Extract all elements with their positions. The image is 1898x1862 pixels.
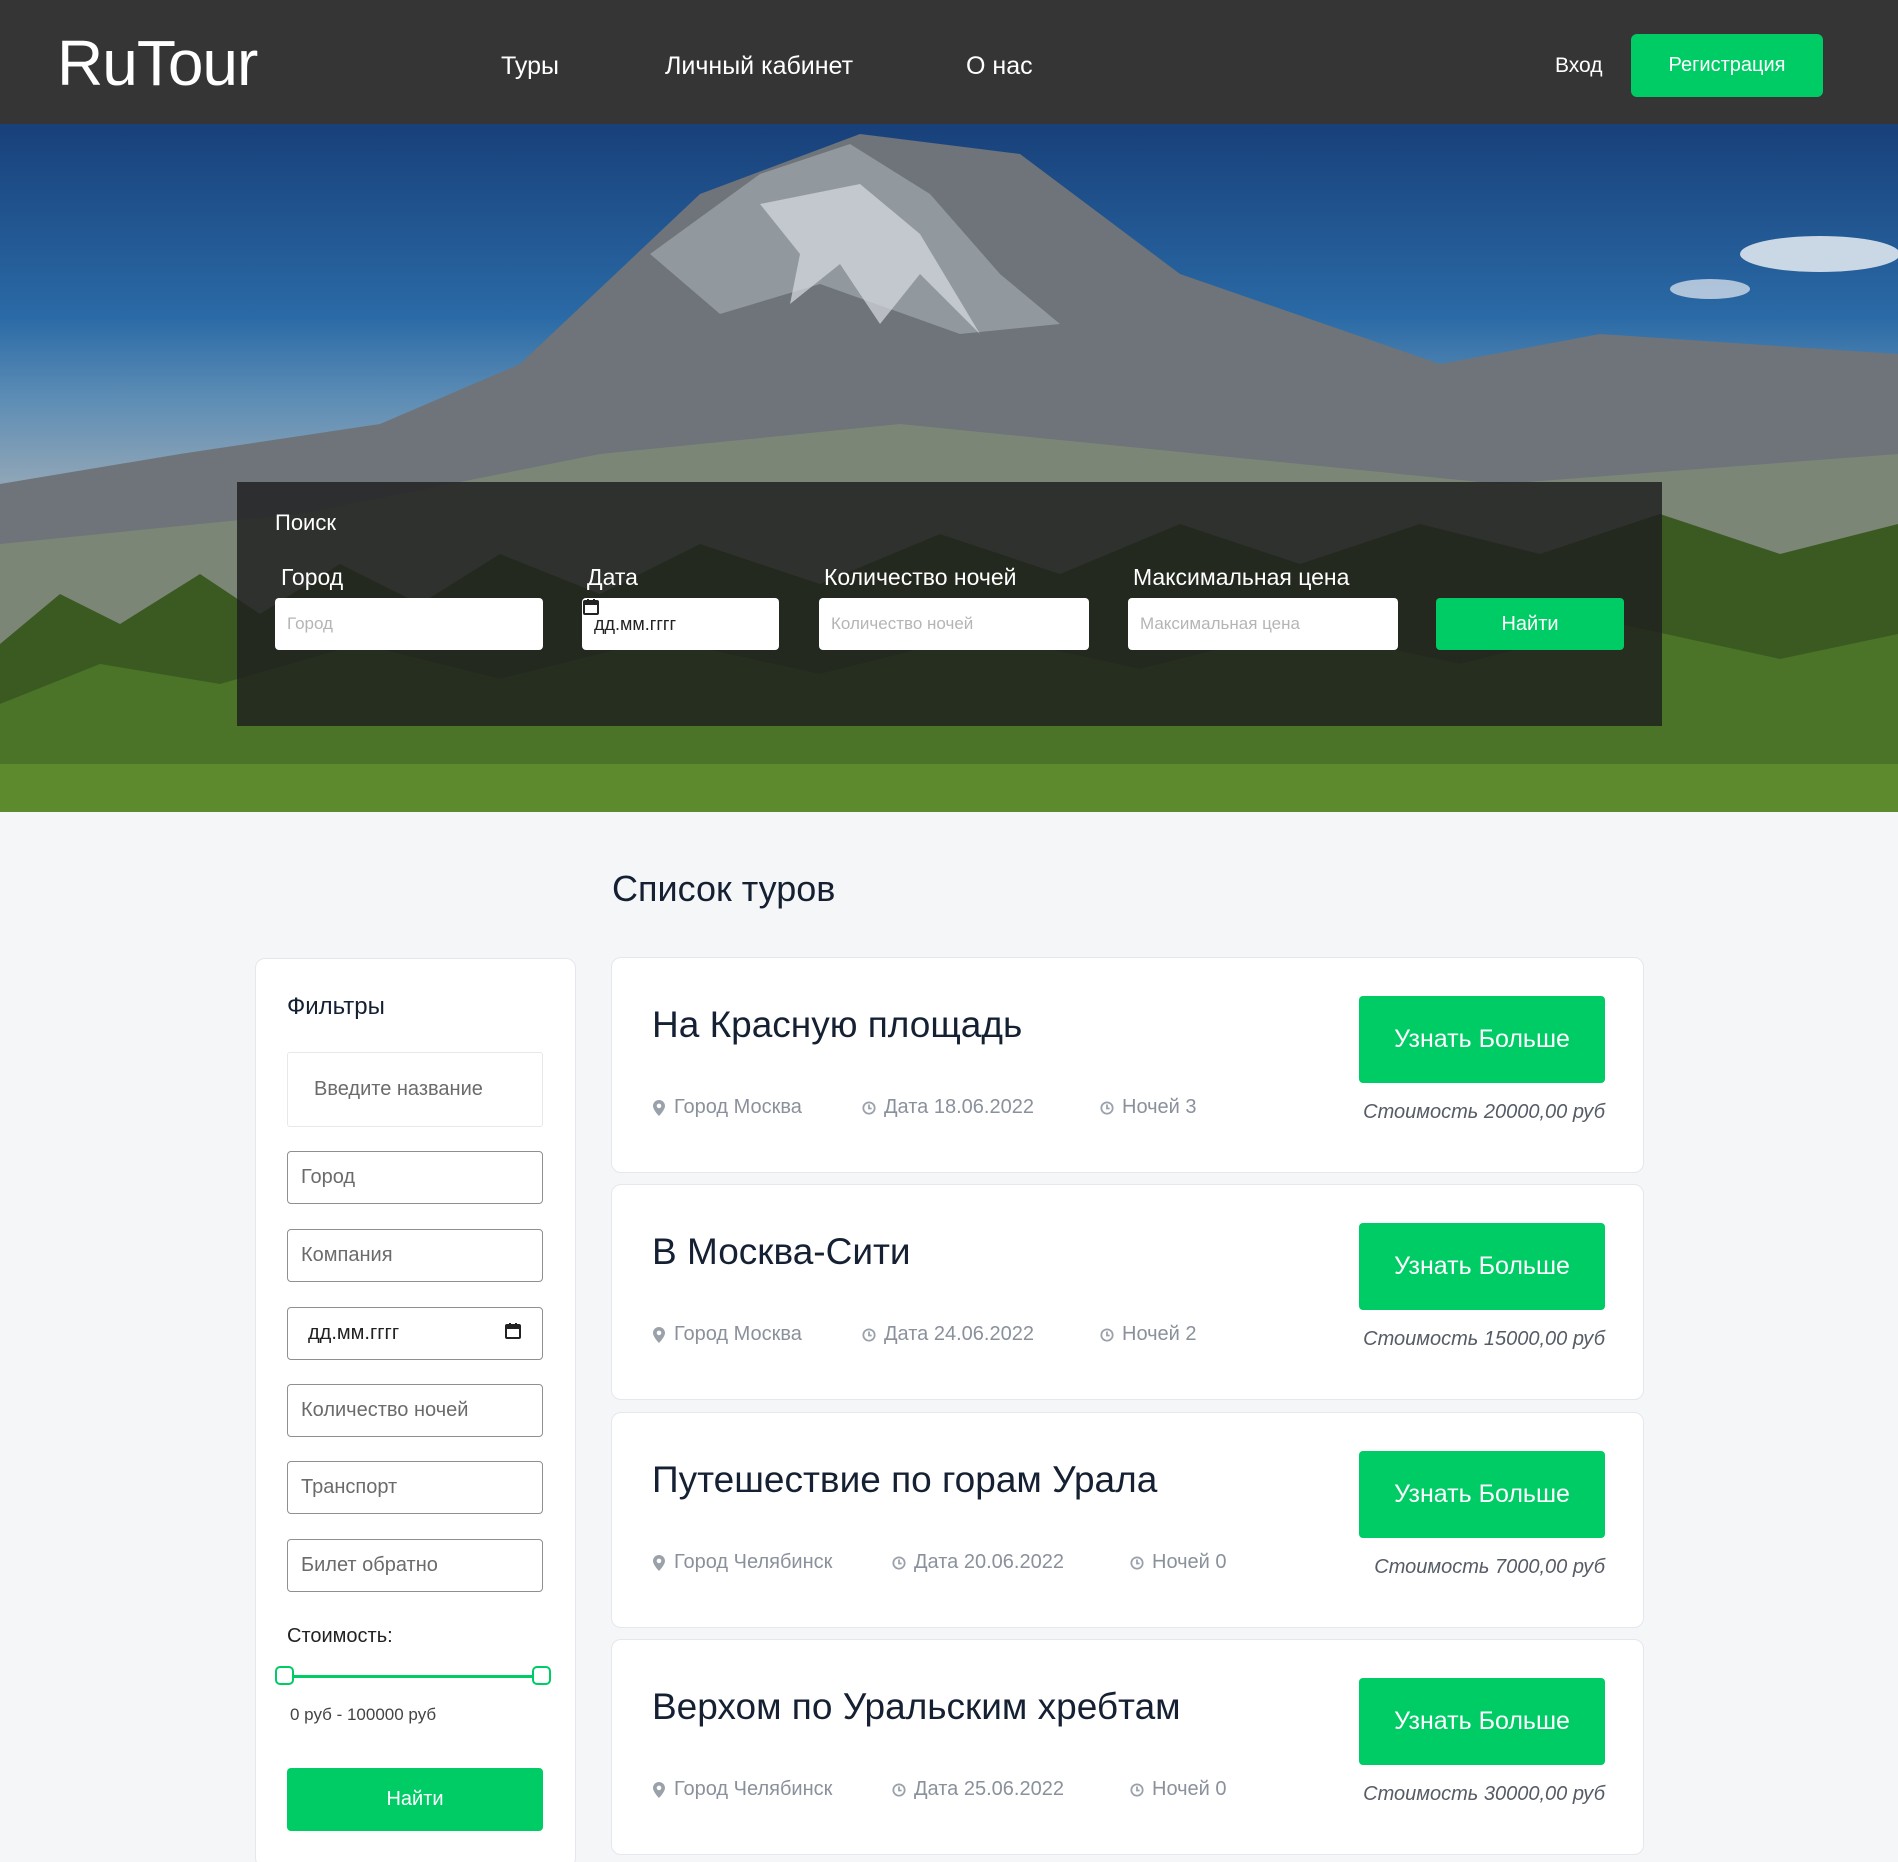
- tour-date-text: Дата 25.06.2022: [914, 1778, 1064, 1800]
- filter-transport-input[interactable]: Транспорт: [287, 1461, 543, 1514]
- register-button[interactable]: Регистрация: [1631, 34, 1823, 97]
- tour-title: На Красную площадь: [652, 1004, 1023, 1045]
- cost-slider-track[interactable]: [285, 1675, 541, 1678]
- calendar-icon[interactable]: [504, 1322, 522, 1346]
- search-title: Поиск: [275, 510, 336, 535]
- search-panel: Поиск Город Город Дата дд.мм.гггг Количе…: [237, 482, 1662, 726]
- tour-price: Стоимость 30000,00 руб: [1363, 1783, 1605, 1805]
- clock-icon: [892, 1554, 906, 1572]
- nights-input[interactable]: Количество ночей: [819, 598, 1089, 650]
- clock-icon: [892, 1781, 906, 1799]
- learn-more-button[interactable]: Узнать Больше: [1359, 1678, 1605, 1765]
- tour-city-text: Город Челябинск: [674, 1551, 833, 1573]
- max-price-input[interactable]: Максимальная цена: [1128, 598, 1398, 650]
- tour-card: В Москва-Сити Город Москва Дата 24.06.20…: [611, 1184, 1644, 1400]
- tour-name-input[interactable]: Введите название: [287, 1052, 543, 1127]
- filters-panel: Фильтры Введите название Город Компания …: [255, 958, 576, 1862]
- tour-date-text: Дата 20.06.2022: [914, 1551, 1064, 1573]
- tour-date: Дата 20.06.2022: [892, 1551, 1064, 1574]
- clock-icon: [1130, 1781, 1144, 1799]
- nav-tours[interactable]: Туры: [501, 52, 559, 81]
- tour-price: Стоимость 15000,00 руб: [1363, 1328, 1605, 1350]
- date-label: Дата: [587, 564, 638, 590]
- clock-icon: [1100, 1099, 1114, 1117]
- tour-city-text: Город Москва: [674, 1096, 802, 1118]
- tour-city: Город Москва: [652, 1323, 802, 1346]
- city-input[interactable]: Город: [275, 598, 543, 650]
- login-link[interactable]: Вход: [1555, 54, 1603, 78]
- cost-slider-max-handle[interactable]: [532, 1666, 551, 1685]
- learn-more-button[interactable]: Узнать Больше: [1359, 996, 1605, 1083]
- tour-city: Город Москва: [652, 1096, 802, 1119]
- tour-nights-text: Ночей 0: [1152, 1551, 1227, 1573]
- max-price-label: Максимальная цена: [1133, 564, 1350, 590]
- map-marker-icon: [652, 1554, 666, 1572]
- tour-nights-text: Ночей 0: [1152, 1778, 1227, 1800]
- clock-icon: [1100, 1326, 1114, 1344]
- tour-nights-text: Ночей 2: [1122, 1323, 1197, 1345]
- tours-section-title: Список туров: [612, 868, 836, 909]
- tour-city-text: Город Челябинск: [674, 1778, 833, 1800]
- tour-city: Город Челябинск: [652, 1551, 832, 1574]
- map-marker-icon: [652, 1781, 666, 1799]
- hero-banner: Поиск Город Город Дата дд.мм.гггг Количе…: [0, 124, 1898, 812]
- filter-company-input[interactable]: Компания: [287, 1229, 543, 1282]
- tour-nights-text: Ночей 3: [1122, 1096, 1197, 1118]
- tour-price: Стоимость 20000,00 руб: [1363, 1101, 1605, 1123]
- tour-date: Дата 24.06.2022: [862, 1323, 1034, 1346]
- tour-card: Путешествие по горам Урала Город Челябин…: [611, 1412, 1644, 1628]
- tour-city: Город Челябинск: [652, 1778, 832, 1801]
- tour-date: Дата 18.06.2022: [862, 1096, 1034, 1119]
- tour-price: Стоимость 7000,00 руб: [1374, 1556, 1605, 1578]
- tour-title: Верхом по Уральским хребтам: [652, 1686, 1181, 1727]
- learn-more-button[interactable]: Узнать Больше: [1359, 1451, 1605, 1538]
- tour-nights: Ночей 0: [1130, 1551, 1227, 1574]
- site-logo[interactable]: RuTour: [57, 26, 258, 100]
- learn-more-button[interactable]: Узнать Больше: [1359, 1223, 1605, 1310]
- map-marker-icon: [652, 1099, 666, 1117]
- filters-title: Фильтры: [287, 993, 385, 1020]
- tour-card: На Красную площадь Город Москва Дата 18.…: [611, 957, 1644, 1173]
- tour-nights: Ночей 0: [1130, 1778, 1227, 1801]
- nights-label: Количество ночей: [824, 564, 1017, 590]
- tour-city-text: Город Москва: [674, 1323, 802, 1345]
- filter-return-ticket-input[interactable]: Билет обратно: [287, 1539, 543, 1592]
- map-marker-icon: [652, 1326, 666, 1344]
- search-button[interactable]: Найти: [1436, 598, 1624, 650]
- top-navbar: RuTour Туры Личный кабинет О нас Вход Ре…: [0, 0, 1898, 124]
- tour-date-text: Дата 24.06.2022: [884, 1323, 1034, 1345]
- cost-slider-min-handle[interactable]: [275, 1666, 294, 1685]
- cost-label: Стоимость:: [287, 1625, 393, 1647]
- nav-account[interactable]: Личный кабинет: [665, 52, 853, 81]
- filter-city-input[interactable]: Город: [287, 1151, 543, 1204]
- tour-nights: Ночей 2: [1100, 1323, 1197, 1346]
- tour-date: Дата 25.06.2022: [892, 1778, 1064, 1801]
- filter-date-value: дд.мм.гггг: [308, 1322, 400, 1344]
- clock-icon: [1130, 1554, 1144, 1572]
- date-input[interactable]: дд.мм.гггг: [582, 598, 779, 650]
- city-label: Город: [281, 564, 344, 590]
- filter-search-button[interactable]: Найти: [287, 1768, 543, 1831]
- tour-title: В Москва-Сити: [652, 1231, 911, 1272]
- tour-card: Верхом по Уральским хребтам Город Челяби…: [611, 1639, 1644, 1855]
- tour-date-text: Дата 18.06.2022: [884, 1096, 1034, 1118]
- filter-date-input[interactable]: дд.мм.гггг: [287, 1307, 543, 1360]
- date-input-value: дд.мм.гггг: [594, 613, 677, 634]
- clock-icon: [862, 1326, 876, 1344]
- tour-nights: Ночей 3: [1100, 1096, 1197, 1119]
- tour-title: Путешествие по горам Урала: [652, 1459, 1158, 1500]
- filter-nights-input[interactable]: Количество ночей: [287, 1384, 543, 1437]
- nav-about[interactable]: О нас: [966, 52, 1033, 81]
- cost-range-text: 0 руб - 100000 руб: [290, 1705, 437, 1724]
- clock-icon: [862, 1099, 876, 1117]
